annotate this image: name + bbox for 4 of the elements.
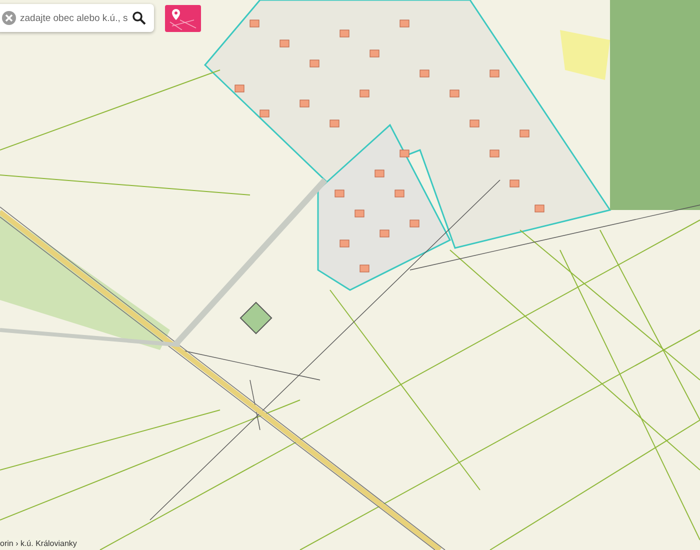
map-pin-button[interactable] bbox=[165, 5, 201, 32]
search-icon[interactable] bbox=[132, 11, 146, 25]
search-field[interactable]: zadajte obec alebo k.ú., s bbox=[0, 4, 154, 32]
breadcrumb: orin › k.ú. Královianky bbox=[0, 538, 79, 549]
